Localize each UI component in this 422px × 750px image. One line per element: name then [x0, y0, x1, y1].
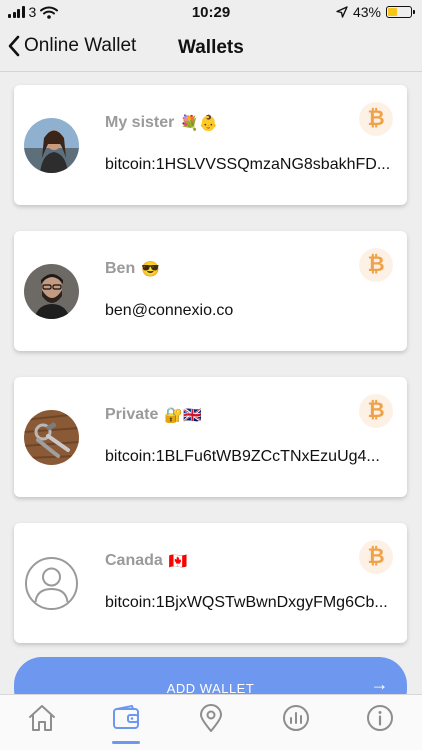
bitcoin-icon: ₿ [359, 394, 393, 428]
bitcoin-icon: ₿ [359, 102, 393, 136]
wallet-name: Private 🔐🇬🇧 [105, 406, 202, 424]
tab-info[interactable] [365, 703, 395, 733]
wallet-name: My sister 💐👶 [105, 114, 218, 132]
map-pin-icon [200, 704, 222, 732]
avatar [24, 264, 79, 319]
tab-stats[interactable] [281, 703, 311, 733]
wallet-card[interactable]: My sister 💐👶 bitcoin:1HSLVVSSQmzaNG8sbak… [14, 85, 407, 205]
back-label: Online Wallet [24, 35, 137, 56]
back-button[interactable]: Online Wallet [6, 34, 136, 58]
wallet-address: bitcoin:1HSLVVSSQmzaNG8sbakhFD... [105, 156, 391, 173]
wallet-emoji: 💐👶 [180, 115, 218, 132]
wallet-card[interactable]: Private 🔐🇬🇧 bitcoin:1BLFu6tWB9ZCcTNxEzuU… [14, 377, 407, 497]
arrow-right-icon: → [370, 674, 389, 694]
page-title: Wallets [178, 37, 244, 58]
wallet-card[interactable]: Canada 🇨🇦 bitcoin:1BjxWQSTwBwnDxgyFMg6Cb… [14, 523, 407, 643]
chevron-left-icon [8, 35, 20, 57]
wallet-emoji: 😎 [141, 261, 160, 278]
tab-map[interactable] [196, 703, 226, 733]
navigation-bar: Online Wallet Wallets [0, 24, 422, 72]
bitcoin-icon: ₿ [359, 540, 393, 574]
battery-icon [386, 6, 415, 18]
wallet-name-text: Private [105, 406, 159, 423]
tab-bar [0, 694, 422, 750]
default-user-icon [24, 556, 79, 611]
home-icon [29, 705, 55, 731]
wallet-card[interactable]: Ben 😎 ben@connexio.co ₿ [14, 231, 407, 351]
wallet-address: bitcoin:1BjxWQSTwBwnDxgyFMg6Cb... [105, 594, 388, 611]
wallet-name-text: Ben [105, 260, 136, 277]
wallet-emoji: 🇨🇦 [168, 553, 188, 570]
avatar [24, 410, 79, 465]
status-bar: 3 10:29 43% [0, 0, 422, 24]
info-icon [367, 705, 393, 731]
wallet-name-text: Canada [105, 552, 163, 569]
bitcoin-icon: ₿ [359, 248, 393, 282]
wallet-icon [113, 705, 139, 729]
wallet-name: Ben 😎 [105, 260, 160, 278]
wallet-name: Canada 🇨🇦 [105, 552, 187, 570]
battery-percent: 43% [352, 4, 381, 20]
status-right: 43% [336, 4, 415, 20]
tab-home[interactable] [27, 703, 57, 733]
avatar [24, 118, 79, 173]
wallet-list[interactable]: My sister 💐👶 bitcoin:1HSLVVSSQmzaNG8sbak… [0, 72, 422, 694]
active-tab-indicator [112, 741, 140, 744]
wallet-emoji: 🔐🇬🇧 [164, 407, 202, 424]
location-arrow-icon [336, 6, 348, 18]
wallet-address: bitcoin:1BLFu6tWB9ZCcTNxEzuUg4... [105, 448, 380, 465]
chart-icon [283, 705, 309, 731]
wallet-name-text: My sister [105, 114, 175, 131]
tab-wallets[interactable] [111, 703, 141, 733]
wallet-address: ben@connexio.co [105, 302, 234, 319]
